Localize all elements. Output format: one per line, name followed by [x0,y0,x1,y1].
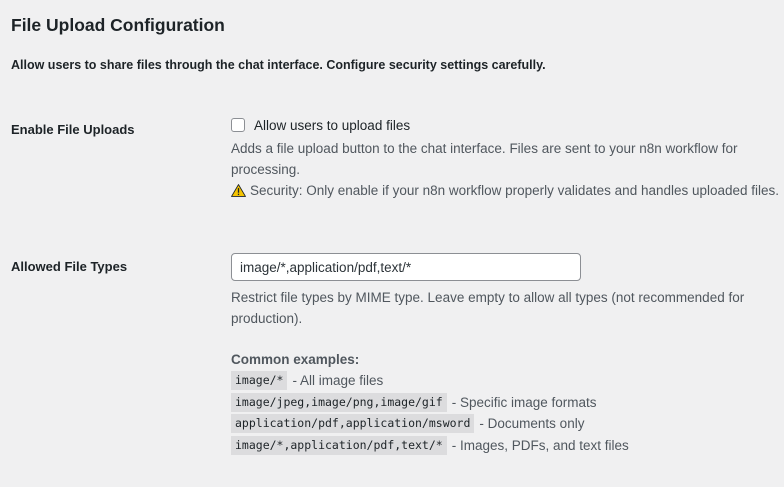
examples-block: Common examples: image/* - All image fil… [231,349,781,456]
section-title: File Upload Configuration [11,15,225,35]
enable-uploads-checkbox-label[interactable]: Allow users to upload files [254,118,410,133]
enable-uploads-help-text: Adds a file upload button to the chat in… [231,141,738,177]
example-description: - All image files [292,373,384,389]
example-code: application/pdf,application/msword [231,414,475,434]
allowed-types-help: Restrict file types by MIME type. Leave … [231,290,745,326]
example-row: image/*,application/pdf,text/* - Images,… [231,435,781,457]
enable-uploads-field: Allow users to upload files Adds a file … [231,115,781,201]
security-warning: Security: Only enable if your n8n workfl… [231,180,781,201]
enable-uploads-checkbox[interactable] [231,118,245,132]
examples-title: Common examples: [231,352,360,367]
example-code: image/* [231,371,288,391]
warning-icon [231,184,246,197]
enable-uploads-help: Adds a file upload button to the chat in… [231,138,781,201]
example-description: - Specific image formats [451,394,597,410]
section-description: Allow users to share files through the c… [11,58,546,72]
allowed-types-field: Restrict file types by MIME type. Leave … [231,253,781,456]
example-code: image/jpeg,image/png,image/gif [231,392,447,412]
allowed-types-label: Allowed File Types [11,259,128,274]
example-description: - Documents only [479,416,585,432]
example-row: image/* - All image files [231,370,781,392]
example-row: image/jpeg,image/png,image/gif - Specifi… [231,392,781,414]
security-warning-text: Security: Only enable if your n8n workfl… [250,183,780,198]
example-code: image/*,application/pdf,text/* [231,435,447,455]
enable-uploads-option[interactable]: Allow users to upload files [231,115,781,135]
example-row: application/pdf,application/msword - Doc… [231,413,781,435]
example-description: - Images, PDFs, and text files [451,437,629,453]
enable-uploads-label: Enable File Uploads [11,122,135,137]
allowed-types-input[interactable] [231,253,581,281]
